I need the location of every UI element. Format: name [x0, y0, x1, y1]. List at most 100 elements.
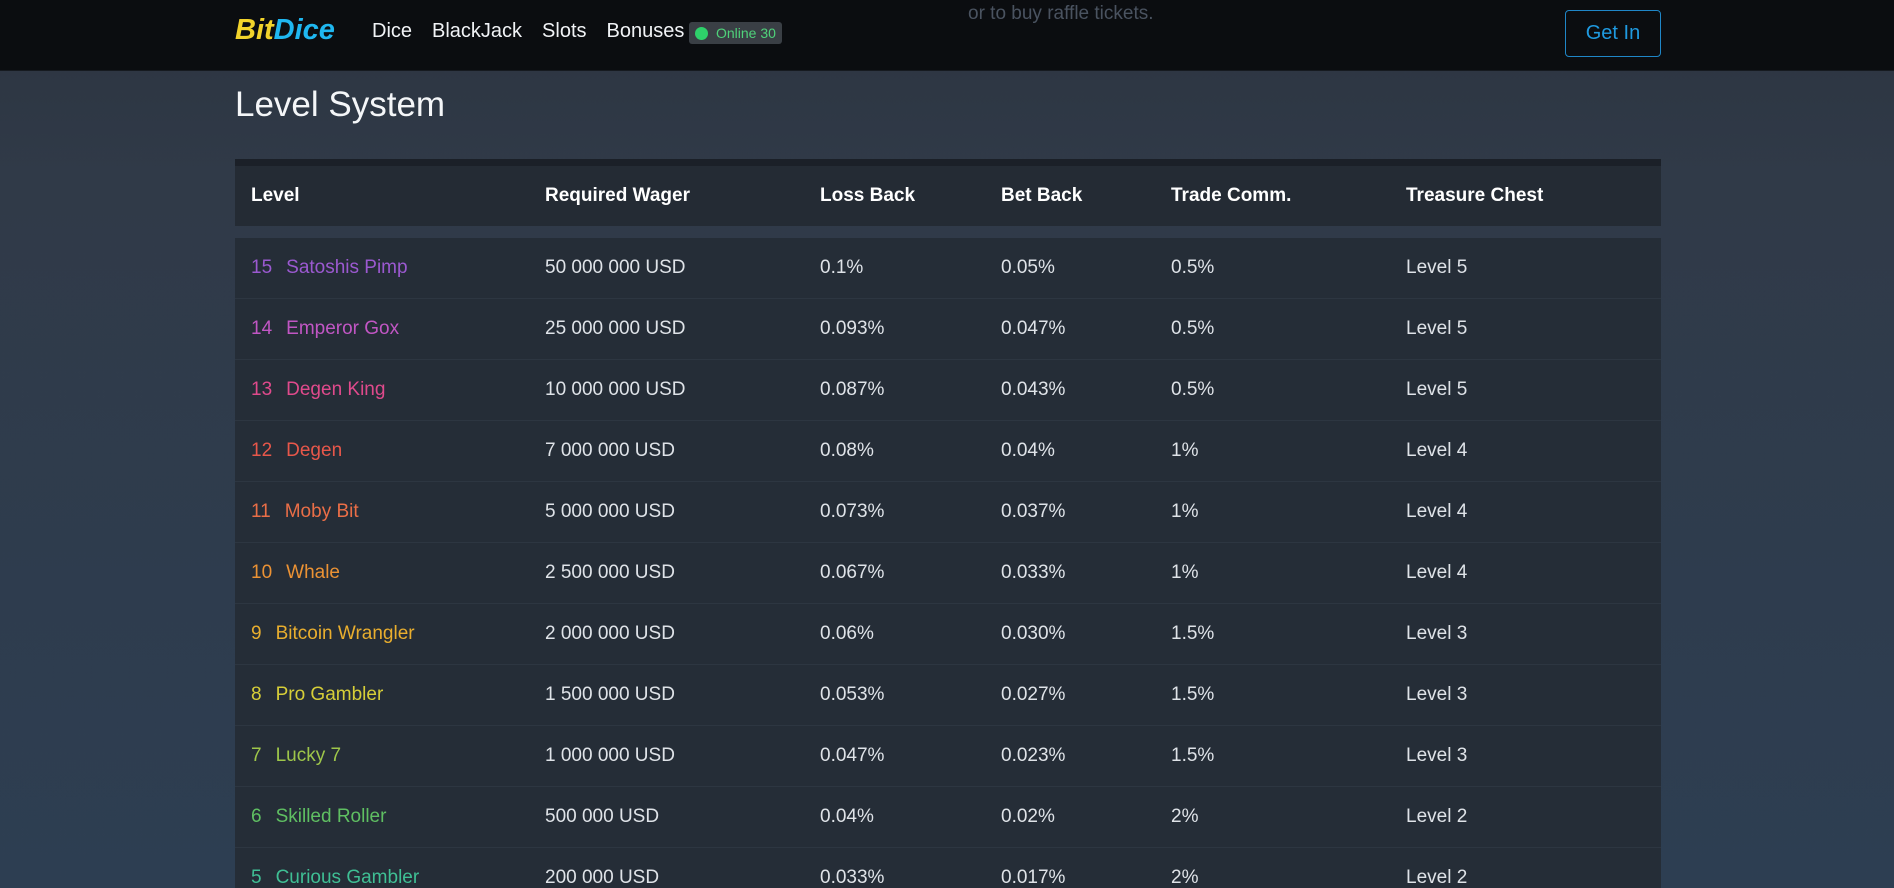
level-number: 6	[251, 806, 262, 827]
level-cell: 7 Lucky 7	[235, 745, 545, 767]
table-row: 14 Emperor Gox 25 000 000 USD 0.093% 0.047% 0…	[235, 299, 1661, 360]
trade-comm-cell: 1.5%	[1171, 623, 1215, 644]
treasure-chest-cell: Level 3	[1406, 623, 1468, 644]
level-number: 11	[251, 501, 271, 522]
bitdice-logo[interactable]: Bit Dice	[235, 14, 335, 47]
online-status-icon	[695, 26, 708, 40]
trade-comm-cell: 1.5%	[1171, 684, 1215, 705]
level-name: Satoshis Pimp	[286, 257, 408, 278]
treasure-chest-cell: Level 5	[1406, 257, 1468, 278]
level-number: 14	[251, 318, 273, 339]
level-name: Bitcoin Wrangler	[275, 623, 415, 644]
loss-back-cell: 0.047%	[820, 745, 885, 766]
required-wager-cell: 25 000 000 USD	[545, 318, 686, 339]
level-cell: 11 Moby Bit	[235, 501, 545, 523]
table-header: Level Required Wager Loss Back Bet Back …	[235, 159, 1661, 226]
header-loss-back: Loss Back	[820, 185, 916, 206]
header-level: Level	[251, 185, 300, 206]
trade-comm-cell: 0.5%	[1171, 379, 1215, 400]
table-row: 15 Satoshis Pimp 50 000 000 USD 0.1% 0.05% 0.…	[235, 238, 1661, 299]
bet-back-cell: 0.05%	[1001, 257, 1055, 278]
loss-back-cell: 0.033%	[820, 867, 885, 888]
treasure-chest-cell: Level 4	[1406, 440, 1468, 461]
table-row: 7 Lucky 7 1 000 000 USD 0.047% 0.023% 1.5% Lev…	[235, 726, 1661, 787]
loss-back-cell: 0.04%	[820, 806, 874, 827]
trade-comm-cell: 0.5%	[1171, 318, 1215, 339]
bet-back-cell: 0.027%	[1001, 684, 1066, 705]
required-wager-cell: 1 500 000 USD	[545, 684, 675, 705]
top-navbar: or to buy raffle tickets. Bit Dice Dice B…	[0, 0, 1894, 71]
required-wager-cell: 5 000 000 USD	[545, 501, 675, 522]
bet-back-cell: 0.017%	[1001, 867, 1066, 888]
required-wager-cell: 7 000 000 USD	[545, 440, 675, 461]
logo-dice: Dice	[273, 14, 335, 46]
level-name: Lucky 7	[275, 745, 342, 766]
level-name: Moby Bit	[284, 501, 359, 522]
trade-comm-cell: 0.5%	[1171, 257, 1215, 278]
nav-dice[interactable]: Dice	[372, 20, 412, 43]
loss-back-cell: 0.067%	[820, 562, 885, 583]
level-cell: 5 Curious Gambler	[235, 867, 545, 888]
treasure-chest-cell: Level 2	[1406, 806, 1468, 827]
table-row: 11 Moby Bit 5 000 000 USD 0.073% 0.037% 1% Lev…	[235, 482, 1661, 543]
table-row: 10 Whale 2 500 000 USD 0.067% 0.033% 1% Level …	[235, 543, 1661, 604]
treasure-chest-cell: Level 2	[1406, 867, 1468, 888]
trade-comm-cell: 1%	[1171, 501, 1199, 522]
bet-back-cell: 0.047%	[1001, 318, 1066, 339]
level-number: 10	[251, 562, 273, 583]
bet-back-cell: 0.043%	[1001, 379, 1066, 400]
level-name: Emperor Gox	[286, 318, 400, 339]
level-name: Whale	[286, 562, 340, 583]
table-row: 6 Skilled Roller 500 000 USD 0.04% 0.02% 2% Le…	[235, 787, 1661, 848]
online-label: Online 30	[716, 25, 776, 41]
trade-comm-cell: 2%	[1171, 867, 1199, 888]
level-number: 8	[251, 684, 262, 705]
online-count-badge[interactable]: Online 30	[689, 22, 782, 44]
treasure-chest-cell: Level 4	[1406, 501, 1468, 522]
required-wager-cell: 500 000 USD	[545, 806, 660, 827]
level-name: Degen	[286, 440, 343, 461]
trade-comm-cell: 1%	[1171, 562, 1199, 583]
nav-blackjack[interactable]: BlackJack	[432, 20, 522, 43]
required-wager-cell: 1 000 000 USD	[545, 745, 675, 766]
level-number: 15	[251, 257, 273, 278]
level-name: Curious Gambler	[275, 867, 420, 888]
required-wager-cell: 10 000 000 USD	[545, 379, 686, 400]
bet-back-cell: 0.030%	[1001, 623, 1066, 644]
main-nav: Dice BlackJack Slots Bonuses	[372, 20, 704, 43]
required-wager-cell: 2 000 000 USD	[545, 623, 675, 644]
level-number: 9	[251, 623, 262, 644]
bet-back-cell: 0.02%	[1001, 806, 1055, 827]
header-bet-back: Bet Back	[1001, 185, 1083, 206]
table-row: 9 Bitcoin Wrangler 2 000 000 USD 0.06% 0.030…	[235, 604, 1661, 665]
get-in-button[interactable]: Get In	[1565, 10, 1661, 57]
required-wager-cell: 200 000 USD	[545, 867, 660, 888]
loss-back-cell: 0.06%	[820, 623, 874, 644]
level-cell: 13 Degen King	[235, 379, 545, 401]
loss-back-cell: 0.093%	[820, 318, 885, 339]
level-number: 7	[251, 745, 262, 766]
level-cell: 12 Degen	[235, 440, 545, 462]
table-row: 5 Curious Gambler 200 000 USD 0.033% 0.017% 2…	[235, 848, 1661, 888]
loss-back-cell: 0.053%	[820, 684, 885, 705]
required-wager-cell: 50 000 000 USD	[545, 257, 686, 278]
loss-back-cell: 0.073%	[820, 501, 885, 522]
treasure-chest-cell: Level 3	[1406, 684, 1468, 705]
treasure-chest-cell: Level 3	[1406, 745, 1468, 766]
nav-slots[interactable]: Slots	[542, 20, 586, 43]
level-cell: 10 Whale	[235, 562, 545, 584]
level-name: Pro Gambler	[275, 684, 384, 705]
level-name: Skilled Roller	[275, 806, 387, 827]
header-trade-comm: Trade Comm.	[1171, 185, 1292, 206]
bet-back-cell: 0.023%	[1001, 745, 1066, 766]
bet-back-cell: 0.04%	[1001, 440, 1055, 461]
table-row: 13 Degen King 10 000 000 USD 0.087% 0.043% 0.…	[235, 360, 1661, 421]
table-row: 8 Pro Gambler 1 500 000 USD 0.053% 0.027% 1.5…	[235, 665, 1661, 726]
page-title: Level System	[235, 85, 446, 124]
trade-comm-cell: 1%	[1171, 440, 1199, 461]
trade-comm-cell: 2%	[1171, 806, 1199, 827]
treasure-chest-cell: Level 4	[1406, 562, 1468, 583]
level-cell: 9 Bitcoin Wrangler	[235, 623, 545, 645]
level-number: 12	[251, 440, 273, 461]
nav-bonuses[interactable]: Bonuses	[607, 20, 685, 43]
